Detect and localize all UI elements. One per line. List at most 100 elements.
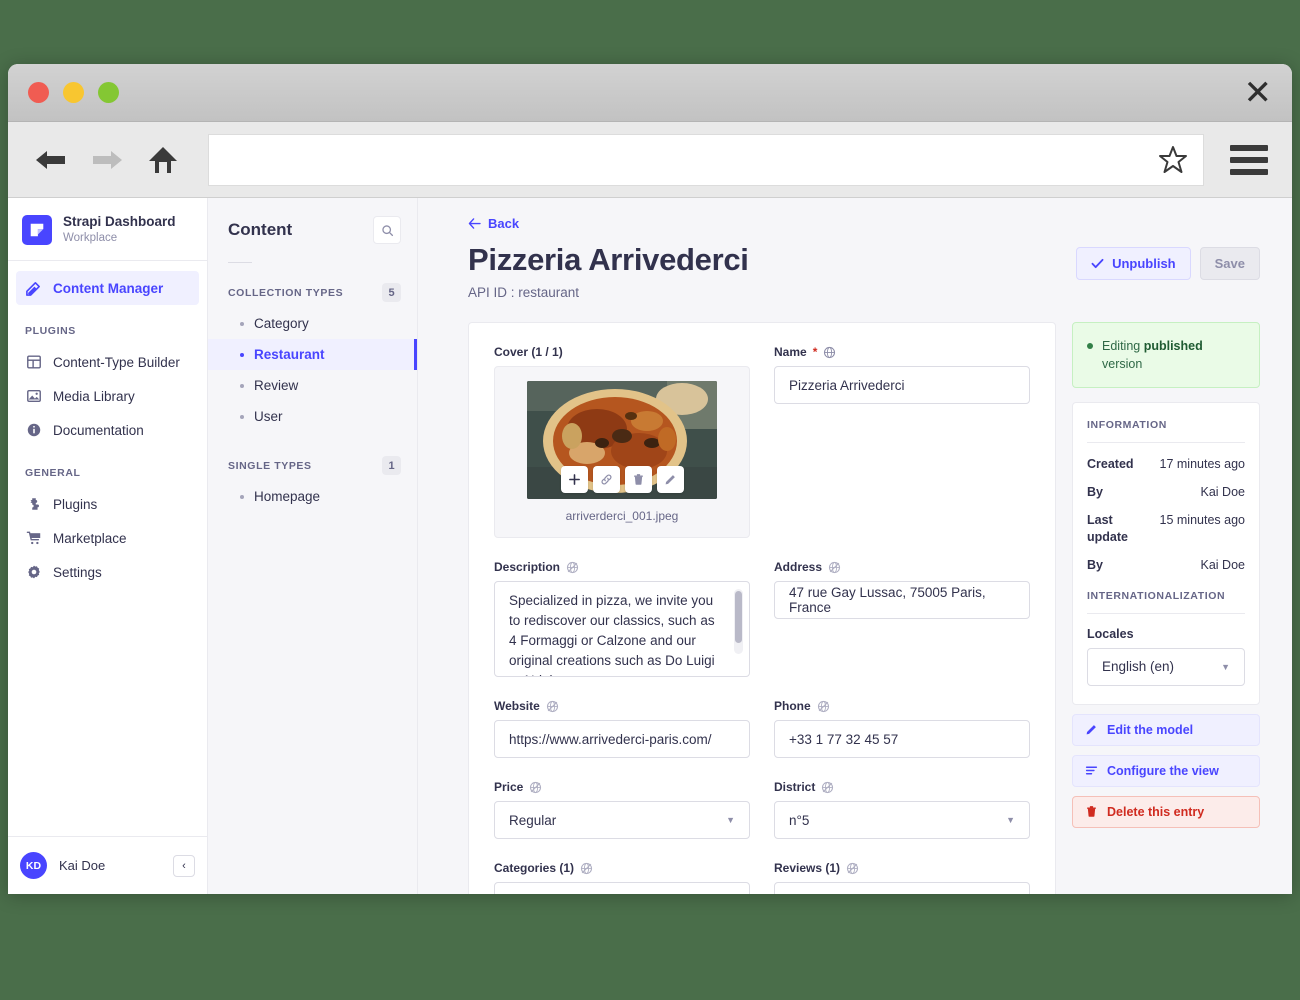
cover-media-box[interactable]: arriverderci_001.jpeg [494, 366, 750, 539]
sidebar-group-plugins-label: PLUGINS [25, 325, 76, 338]
home-icon[interactable] [144, 143, 182, 177]
sidebar-item-documentation[interactable]: Documentation [16, 413, 199, 447]
district-select[interactable]: n°5 ▼ [774, 801, 1030, 840]
locales-label: Locales [1087, 626, 1134, 641]
image-icon [25, 388, 42, 405]
brand-header[interactable]: Strapi Dashboard Workplace [8, 198, 207, 262]
url-input[interactable] [223, 151, 1157, 168]
sidebar-item-content-type-builder[interactable]: Content-Type Builder [16, 345, 199, 379]
back-arrow-icon[interactable] [32, 143, 70, 177]
field-price: Price Regular ▼ [494, 780, 750, 840]
puzzle-icon [25, 496, 42, 513]
info-row-last-update: Last update 15 minutes ago [1087, 512, 1245, 546]
save-button[interactable]: Save [1199, 247, 1260, 280]
globe-off-icon [846, 862, 859, 874]
collapse-sidebar-button[interactable]: ‹ [173, 854, 195, 877]
status-strong: published [1143, 339, 1203, 354]
sidebar-footer: KD Kai Doe ‹ [8, 836, 207, 894]
single-types-count: 1 [382, 456, 401, 475]
configure-the-view-button[interactable]: Configure the view [1072, 754, 1260, 787]
add-icon[interactable] [560, 466, 588, 494]
edit-the-model-button[interactable]: Edit the model [1072, 713, 1260, 746]
form-grid: Cover (1 / 1) arriverderci_001.jpeg Name… [494, 345, 1030, 894]
locale-select[interactable]: English (en) ▼ [1087, 647, 1245, 686]
reviews-label-text: Reviews (1) [774, 861, 841, 876]
description-value: Specialized in pizza, we invite you to r… [509, 593, 715, 676]
unpublish-button[interactable]: Unpublish [1076, 247, 1191, 280]
sidebar-item-label: Marketplace [53, 530, 127, 546]
rail-button-label: Edit the model [1107, 722, 1194, 737]
forward-arrow-icon[interactable] [88, 143, 126, 177]
arrow-left-icon [468, 218, 481, 229]
reviews-relation-select[interactable]: Add relation ▼ [774, 882, 1030, 894]
maximize-window-button[interactable] [98, 82, 119, 103]
field-address: Address 47 rue Gay Lussac, 75005 Paris, … [774, 560, 1030, 677]
brand-title: Strapi Dashboard [63, 214, 176, 229]
status-badge: Editing published version [1072, 322, 1260, 389]
sidebar-item-marketplace[interactable]: Marketplace [16, 521, 199, 555]
content-panel-title: Content [228, 220, 293, 239]
price-label: Price [494, 780, 750, 794]
close-icon[interactable]: ✕ [1244, 76, 1273, 110]
single-types-group: SINGLE TYPES 1 [228, 450, 401, 481]
sidebar-item-settings[interactable]: Settings [16, 555, 199, 589]
content-type-item-review[interactable]: Review [208, 370, 417, 401]
right-rail: Editing published version INFORMATION Cr… [1072, 322, 1260, 894]
globe-off-icon [580, 862, 593, 874]
cover-file-name: arriverderci_001.jpeg [565, 509, 679, 524]
categories-relation-select[interactable]: Add relation ▼ [494, 882, 750, 894]
bookmark-star-icon[interactable] [1157, 144, 1189, 176]
content-type-label: Restaurant [254, 347, 325, 362]
content-manager-icon [25, 280, 42, 297]
description-textarea[interactable]: Specialized in pizza, we invite you to r… [494, 581, 750, 678]
browser-toolbar [8, 122, 1292, 198]
bullet-icon [240, 321, 244, 326]
globe-icon [824, 346, 836, 358]
pencil-icon[interactable] [656, 466, 684, 494]
rail-button-label: Delete this entry [1107, 804, 1205, 819]
sidebar-item-media-library[interactable]: Media Library [16, 379, 199, 413]
search-icon[interactable] [373, 216, 401, 244]
sidebar-item-content-manager[interactable]: Content Manager [16, 271, 199, 306]
globe-off-icon [566, 561, 579, 573]
trash-icon[interactable] [624, 466, 652, 494]
address-input[interactable]: 47 rue Gay Lussac, 75005 Paris, France [774, 581, 1030, 620]
link-icon[interactable] [592, 466, 620, 494]
sidebar-item-plugins[interactable]: Plugins [16, 487, 199, 521]
required-marker: * [812, 345, 818, 360]
textarea-scrollbar[interactable] [734, 589, 743, 655]
content-type-item-user[interactable]: User [208, 401, 417, 432]
bullet-icon [240, 352, 244, 357]
header-actions: Unpublish Save [1076, 241, 1260, 280]
website-input[interactable]: https://www.arrivederci-paris.com/ [494, 720, 750, 759]
back-link[interactable]: Back [468, 216, 519, 231]
minimize-window-button[interactable] [63, 82, 84, 103]
info-key: By [1087, 485, 1103, 500]
cover-thumbnail[interactable] [527, 381, 717, 500]
collection-types-label: COLLECTION TYPES [228, 286, 344, 299]
address-bar[interactable] [208, 133, 1204, 186]
cover-label: Cover (1 / 1) [494, 345, 750, 359]
close-window-button[interactable] [28, 82, 49, 103]
chevron-down-icon: ▼ [1006, 815, 1015, 826]
browser-window: ✕ Strapi Dashboard Workplace Content Man… [8, 64, 1292, 894]
globe-off-icon [530, 781, 542, 793]
panel-divider [228, 262, 252, 263]
content-type-item-restaurant[interactable]: Restaurant [208, 339, 417, 370]
shopping-cart-icon [25, 530, 42, 547]
information-card: INFORMATION Created 17 minutes ago By Ka… [1072, 402, 1260, 705]
globe-off-icon [822, 781, 834, 793]
phone-input[interactable]: +33 1 77 32 45 57 [774, 720, 1030, 759]
gear-icon [25, 564, 42, 581]
content-type-item-homepage[interactable]: Homepage [208, 481, 417, 512]
content-type-item-category[interactable]: Category [208, 308, 417, 339]
price-select[interactable]: Regular ▼ [494, 801, 750, 840]
bullet-icon [240, 414, 244, 419]
delete-this-entry-button[interactable]: Delete this entry [1072, 795, 1260, 828]
collection-types-count: 5 [382, 283, 401, 302]
name-input[interactable]: Pizzeria Arrivederci [774, 366, 1030, 405]
main-content: Back Pizzeria Arrivederci API ID : resta… [418, 198, 1292, 894]
content-panel-header: Content [228, 216, 401, 244]
menu-hamburger-icon[interactable] [1230, 144, 1268, 175]
avatar[interactable]: KD [20, 852, 47, 879]
